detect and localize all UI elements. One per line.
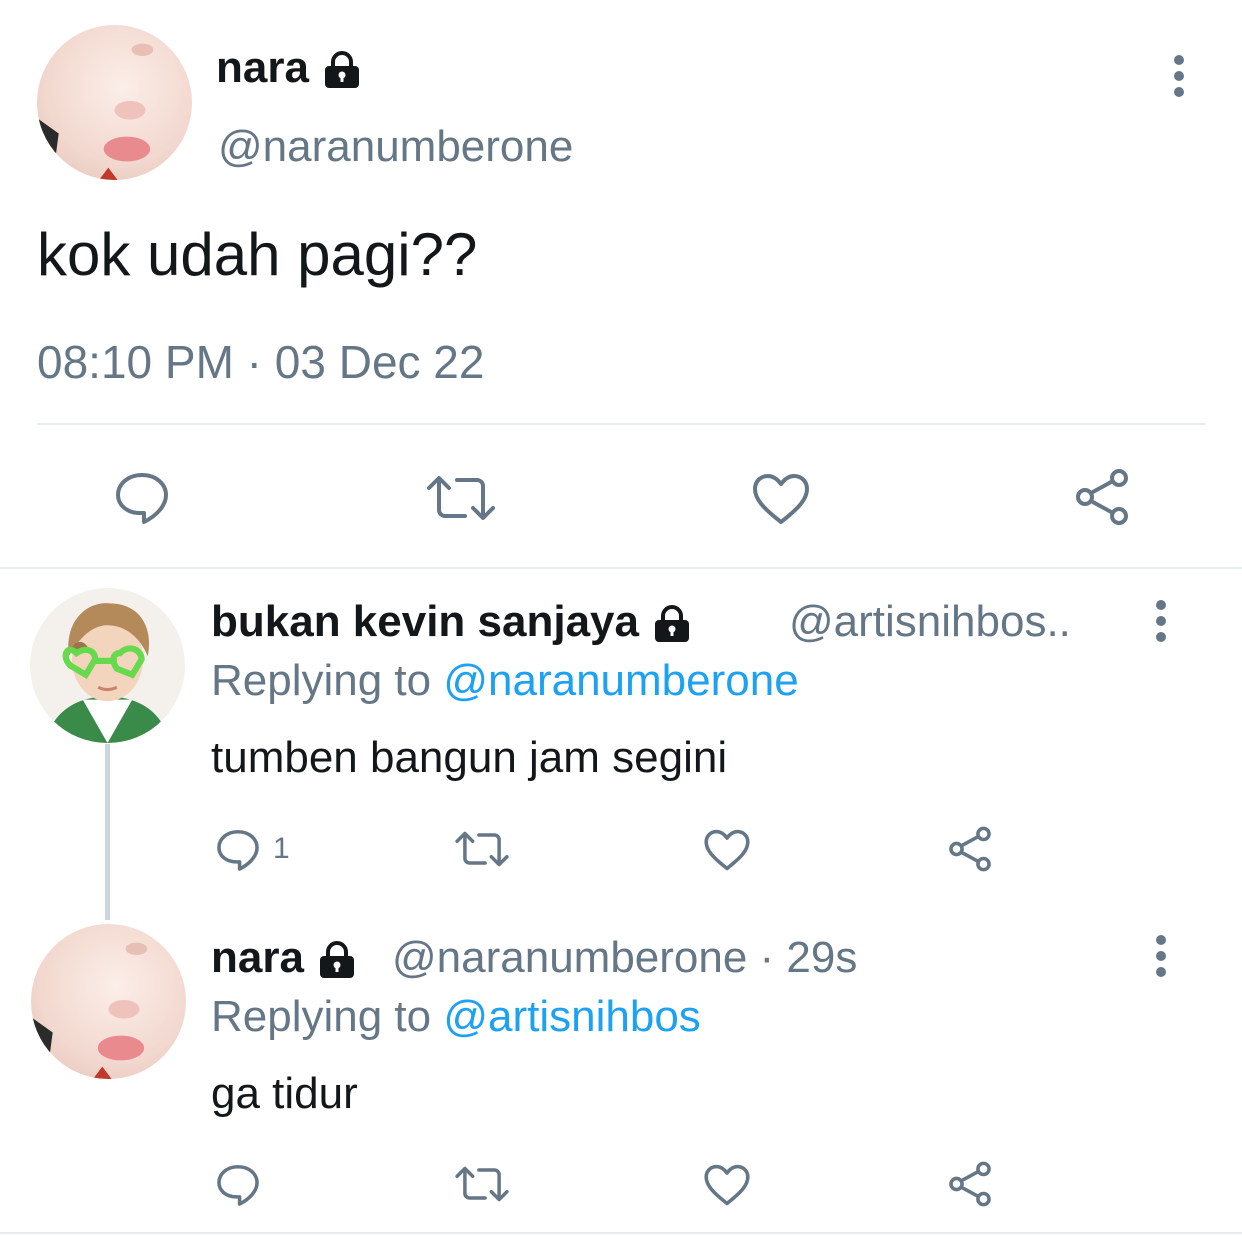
replying-to-prefix: Replying to [211,992,444,1041]
like-icon[interactable] [703,1163,751,1207]
main-tweet-display-name[interactable]: nara [216,42,363,94]
reply-handle[interactable]: @artisnihbos.. [789,596,1071,648]
more-options-icon[interactable] [1164,53,1194,99]
reply-text: tumben bangun jam segini [211,733,728,782]
share-icon[interactable] [947,1161,993,1207]
more-options-icon[interactable] [1146,933,1176,979]
reply-icon[interactable] [215,828,261,872]
main-tweet-timestamp[interactable]: 08:10 PM · 03 Dec 22 [37,336,484,388]
share-icon[interactable] [1073,468,1131,526]
avatar-photo-nara [37,25,192,180]
replying-to-line: Replying to @artisnihbos [211,991,701,1043]
lock-icon [316,941,358,979]
main-tweet-text: kok udah pagi?? [37,221,478,288]
replying-to-prefix: Replying to [211,656,444,705]
display-name-text: bukan kevin sanjaya [211,597,639,646]
reply-handle-and-time[interactable]: @naranumberone · 29s [392,932,857,984]
replying-to-link[interactable]: @artisnihbos [443,992,700,1041]
lock-icon [321,51,363,89]
reply-icon[interactable] [113,471,171,525]
reply-avatar[interactable] [30,588,185,743]
replying-to-link[interactable]: @naranumberone [443,656,798,705]
thread-line [105,744,110,920]
more-options-icon[interactable] [1146,598,1176,644]
divider [0,1232,1242,1234]
divider [37,423,1205,425]
reply-display-name[interactable]: bukan kevin sanjaya [211,596,693,648]
retweet-icon[interactable] [425,474,497,522]
reply-icon[interactable] [215,1163,261,1207]
lock-icon [651,605,693,643]
retweet-icon[interactable] [454,1165,510,1203]
display-name-text: nara [216,43,309,92]
like-icon[interactable] [703,828,751,872]
display-name-text: nara [211,933,304,982]
reply-text: ga tidur [211,1069,358,1118]
reply-avatar[interactable] [31,924,186,1079]
main-tweet-avatar[interactable] [37,25,192,180]
reply-display-name[interactable]: nara [211,932,358,984]
share-icon[interactable] [947,826,993,872]
avatar-photo-kevin [30,588,185,743]
avatar-photo-nara [31,924,186,1079]
reply-count: 1 [273,832,290,865]
divider [0,567,1242,569]
replying-to-line: Replying to @naranumberone [211,655,799,707]
retweet-icon[interactable] [454,830,510,868]
main-tweet-handle[interactable]: @naranumberone [218,121,573,173]
like-icon[interactable] [751,472,811,526]
